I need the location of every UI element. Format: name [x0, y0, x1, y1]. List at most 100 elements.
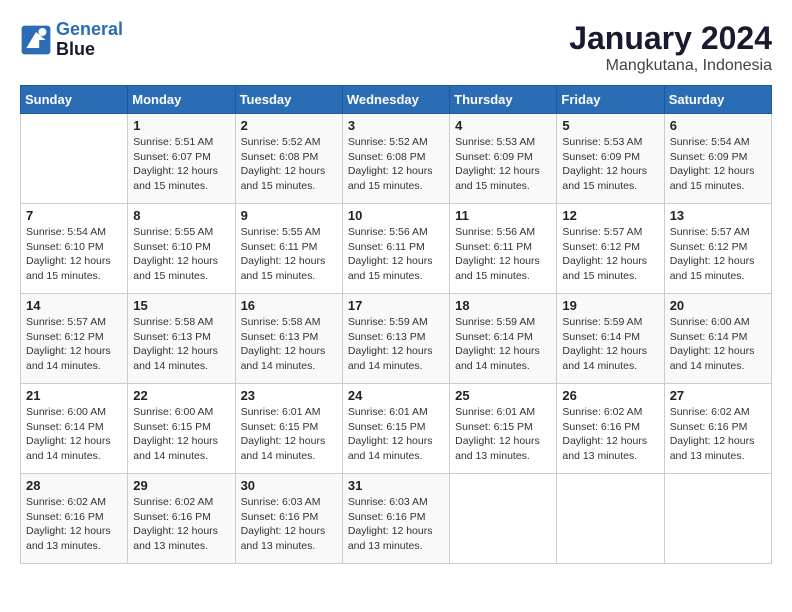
- logo-text: General Blue: [56, 20, 123, 60]
- calendar-cell: 4 Sunrise: 5:53 AMSunset: 6:09 PMDaylight…: [450, 114, 557, 204]
- day-number: 18: [455, 298, 551, 313]
- day-number: 23: [241, 388, 337, 403]
- logo: General Blue: [20, 20, 123, 60]
- day-detail: Sunrise: 5:56 AMSunset: 6:11 PMDaylight:…: [348, 225, 444, 284]
- day-number: 24: [348, 388, 444, 403]
- day-detail: Sunrise: 6:00 AMSunset: 6:14 PMDaylight:…: [670, 315, 766, 374]
- day-number: 11: [455, 208, 551, 223]
- day-number: 31: [348, 478, 444, 493]
- logo-line1: General: [56, 19, 123, 39]
- calendar-cell: [664, 474, 771, 564]
- calendar-cell: 29 Sunrise: 6:02 AMSunset: 6:16 PMDayligh…: [128, 474, 235, 564]
- header-monday: Monday: [128, 86, 235, 114]
- header-saturday: Saturday: [664, 86, 771, 114]
- day-detail: Sunrise: 6:03 AMSunset: 6:16 PMDaylight:…: [348, 495, 444, 554]
- calendar-cell: 23Sunrise: 6:01 AMSunset: 6:15 PMDayligh…: [235, 384, 342, 474]
- day-detail: Sunrise: 6:00 AMSunset: 6:15 PMDaylight:…: [133, 405, 229, 464]
- logo-line2: Blue: [56, 40, 123, 60]
- calendar-cell: 24Sunrise: 6:01 AMSunset: 6:15 PMDayligh…: [342, 384, 449, 474]
- day-detail: Sunrise: 6:03 AMSunset: 6:16 PMDaylight:…: [241, 495, 337, 554]
- calendar-cell: 10 Sunrise: 5:56 AMSunset: 6:11 PMDayligh…: [342, 204, 449, 294]
- day-number: 16: [241, 298, 337, 313]
- day-number: 2: [241, 118, 337, 133]
- day-number: 20: [670, 298, 766, 313]
- logo-icon: [20, 24, 52, 56]
- calendar-cell: 20 Sunrise: 6:00 AMSunset: 6:14 PMDayligh…: [664, 294, 771, 384]
- calendar-cell: 16 Sunrise: 5:58 AMSunset: 6:13 PMDayligh…: [235, 294, 342, 384]
- calendar-week-row: 1 Sunrise: 5:51 AMSunset: 6:07 PMDaylight…: [21, 114, 772, 204]
- day-detail: Sunrise: 6:00 AMSunset: 6:14 PMDaylight:…: [26, 405, 122, 464]
- calendar-cell: 3 Sunrise: 5:52 AMSunset: 6:08 PMDaylight…: [342, 114, 449, 204]
- calendar-cell: 17Sunrise: 5:59 AMSunset: 6:13 PMDayligh…: [342, 294, 449, 384]
- day-number: 27: [670, 388, 766, 403]
- day-detail: Sunrise: 6:02 AMSunset: 6:16 PMDaylight:…: [133, 495, 229, 554]
- calendar-cell: [557, 474, 664, 564]
- day-detail: Sunrise: 6:02 AMSunset: 6:16 PMDaylight:…: [26, 495, 122, 554]
- day-number: 28: [26, 478, 122, 493]
- calendar-cell: 22 Sunrise: 6:00 AMSunset: 6:15 PMDayligh…: [128, 384, 235, 474]
- day-number: 12: [562, 208, 658, 223]
- calendar-week-row: 28 Sunrise: 6:02 AMSunset: 6:16 PMDayligh…: [21, 474, 772, 564]
- header-thursday: Thursday: [450, 86, 557, 114]
- day-detail: Sunrise: 5:59 AMSunset: 6:14 PMDaylight:…: [455, 315, 551, 374]
- calendar-header-row: SundayMondayTuesdayWednesdayThursdayFrid…: [21, 86, 772, 114]
- day-detail: Sunrise: 5:55 AMSunset: 6:11 PMDaylight:…: [241, 225, 337, 284]
- day-number: 9: [241, 208, 337, 223]
- day-detail: Sunrise: 5:57 AMSunset: 6:12 PMDaylight:…: [670, 225, 766, 284]
- day-number: 30: [241, 478, 337, 493]
- calendar-cell: 7 Sunrise: 5:54 AMSunset: 6:10 PMDaylight…: [21, 204, 128, 294]
- calendar-cell: 18 Sunrise: 5:59 AMSunset: 6:14 PMDayligh…: [450, 294, 557, 384]
- day-detail: Sunrise: 6:02 AMSunset: 6:16 PMDaylight:…: [670, 405, 766, 464]
- header-tuesday: Tuesday: [235, 86, 342, 114]
- day-detail: Sunrise: 6:01 AMSunset: 6:15 PMDaylight:…: [455, 405, 551, 464]
- calendar-week-row: 21 Sunrise: 6:00 AMSunset: 6:14 PMDayligh…: [21, 384, 772, 474]
- day-detail: Sunrise: 5:57 AMSunset: 6:12 PMDaylight:…: [562, 225, 658, 284]
- day-detail: Sunrise: 5:58 AMSunset: 6:13 PMDaylight:…: [133, 315, 229, 374]
- calendar-cell: 14Sunrise: 5:57 AMSunset: 6:12 PMDayligh…: [21, 294, 128, 384]
- day-number: 3: [348, 118, 444, 133]
- calendar-cell: 31 Sunrise: 6:03 AMSunset: 6:16 PMDayligh…: [342, 474, 449, 564]
- calendar-title: January 2024: [569, 20, 772, 57]
- calendar-cell: 28 Sunrise: 6:02 AMSunset: 6:16 PMDayligh…: [21, 474, 128, 564]
- day-number: 29: [133, 478, 229, 493]
- calendar-week-row: 14Sunrise: 5:57 AMSunset: 6:12 PMDayligh…: [21, 294, 772, 384]
- day-detail: Sunrise: 5:53 AMSunset: 6:09 PMDaylight:…: [455, 135, 551, 194]
- calendar-cell: 2 Sunrise: 5:52 AMSunset: 6:08 PMDaylight…: [235, 114, 342, 204]
- day-detail: Sunrise: 5:53 AMSunset: 6:09 PMDaylight:…: [562, 135, 658, 194]
- day-detail: Sunrise: 5:55 AMSunset: 6:10 PMDaylight:…: [133, 225, 229, 284]
- day-detail: Sunrise: 5:59 AMSunset: 6:14 PMDaylight:…: [562, 315, 658, 374]
- calendar-cell: 21 Sunrise: 6:00 AMSunset: 6:14 PMDayligh…: [21, 384, 128, 474]
- header-sunday: Sunday: [21, 86, 128, 114]
- day-detail: Sunrise: 5:54 AMSunset: 6:09 PMDaylight:…: [670, 135, 766, 194]
- day-number: 10: [348, 208, 444, 223]
- day-detail: Sunrise: 5:54 AMSunset: 6:10 PMDaylight:…: [26, 225, 122, 284]
- day-detail: Sunrise: 5:58 AMSunset: 6:13 PMDaylight:…: [241, 315, 337, 374]
- calendar-table: SundayMondayTuesdayWednesdayThursdayFrid…: [20, 85, 772, 564]
- day-detail: Sunrise: 5:57 AMSunset: 6:12 PMDaylight:…: [26, 315, 122, 374]
- calendar-cell: 13 Sunrise: 5:57 AMSunset: 6:12 PMDayligh…: [664, 204, 771, 294]
- day-number: 26: [562, 388, 658, 403]
- calendar-cell: 19 Sunrise: 5:59 AMSunset: 6:14 PMDayligh…: [557, 294, 664, 384]
- day-detail: Sunrise: 5:52 AMSunset: 6:08 PMDaylight:…: [241, 135, 337, 194]
- day-number: 1: [133, 118, 229, 133]
- day-number: 13: [670, 208, 766, 223]
- title-block: January 2024 Mangkutana, Indonesia: [569, 20, 772, 75]
- day-number: 8: [133, 208, 229, 223]
- day-number: 25: [455, 388, 551, 403]
- day-number: 19: [562, 298, 658, 313]
- day-detail: Sunrise: 6:02 AMSunset: 6:16 PMDaylight:…: [562, 405, 658, 464]
- day-number: 4: [455, 118, 551, 133]
- day-number: 21: [26, 388, 122, 403]
- day-number: 7: [26, 208, 122, 223]
- day-number: 6: [670, 118, 766, 133]
- calendar-cell: 30 Sunrise: 6:03 AMSunset: 6:16 PMDayligh…: [235, 474, 342, 564]
- day-number: 22: [133, 388, 229, 403]
- calendar-week-row: 7 Sunrise: 5:54 AMSunset: 6:10 PMDaylight…: [21, 204, 772, 294]
- calendar-cell: [21, 114, 128, 204]
- calendar-cell: 8 Sunrise: 5:55 AMSunset: 6:10 PMDaylight…: [128, 204, 235, 294]
- day-detail: Sunrise: 5:52 AMSunset: 6:08 PMDaylight:…: [348, 135, 444, 194]
- header-wednesday: Wednesday: [342, 86, 449, 114]
- day-detail: Sunrise: 5:51 AMSunset: 6:07 PMDaylight:…: [133, 135, 229, 194]
- day-detail: Sunrise: 5:56 AMSunset: 6:11 PMDaylight:…: [455, 225, 551, 284]
- calendar-cell: 27 Sunrise: 6:02 AMSunset: 6:16 PMDayligh…: [664, 384, 771, 474]
